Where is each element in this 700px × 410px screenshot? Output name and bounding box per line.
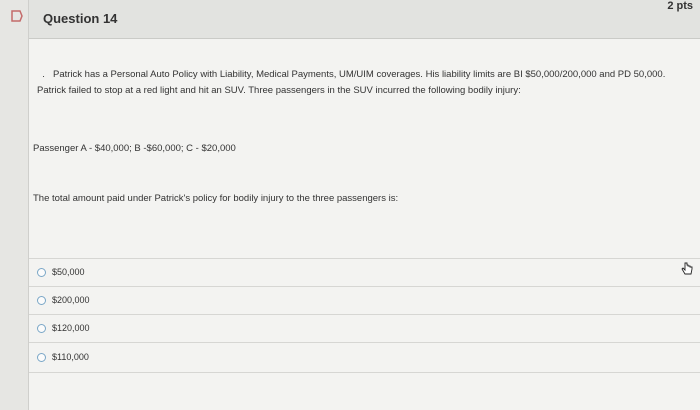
answer-label: $50,000 (52, 267, 85, 277)
radio-button[interactable] (37, 352, 46, 362)
answer-option-2[interactable]: $200,000 (29, 289, 700, 311)
divider (29, 342, 700, 343)
bullet-marker: . (37, 69, 45, 80)
question-title: Question 14 (43, 11, 118, 26)
answer-label: $120,000 (52, 323, 90, 333)
question-text: . Patrick has a Personal Auto Policy with… (37, 67, 687, 99)
answer-option-3[interactable]: $120,000 (29, 317, 700, 339)
radio-button[interactable] (37, 323, 46, 333)
divider (29, 286, 700, 287)
answer-option-1[interactable]: $50,000 (29, 261, 700, 283)
answer-label: $200,000 (52, 295, 90, 305)
question-card: Question 14 2 pts . Patrick has a Persona… (28, 0, 700, 410)
divider (29, 258, 700, 259)
question-points: 2 pts (667, 0, 693, 12)
question-paragraph: Patrick has a Personal Auto Policy with … (37, 69, 666, 96)
question-header: Question 14 2 pts (29, 0, 700, 39)
question-prompt: The total amount paid under Patrick's po… (33, 193, 399, 204)
flag-question-icon[interactable] (10, 9, 24, 23)
answer-label: $110,000 (52, 352, 89, 362)
divider (29, 314, 700, 315)
radio-button[interactable] (37, 295, 46, 305)
hand-pointer-icon (680, 262, 694, 276)
divider (29, 372, 700, 373)
answer-option-4[interactable]: $110,000 (29, 346, 700, 368)
passenger-amounts: Passenger A - $40,000; B -$60,000; C - $… (33, 143, 236, 154)
radio-button[interactable] (37, 267, 46, 277)
